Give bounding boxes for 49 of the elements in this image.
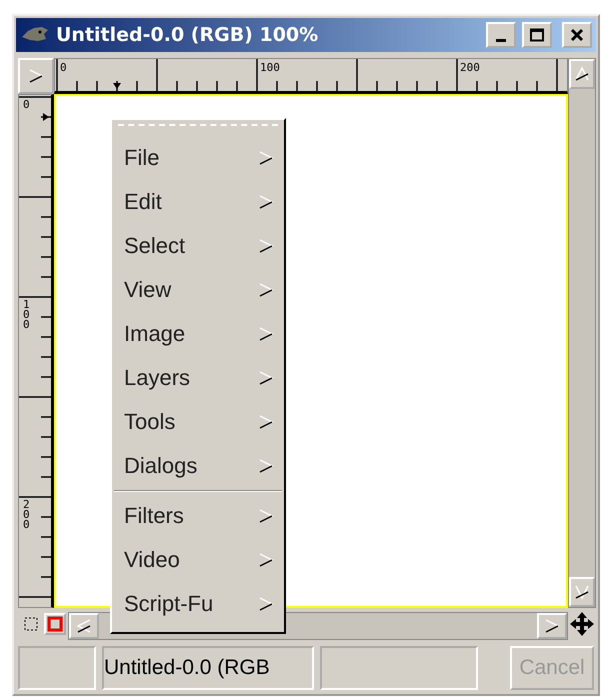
ruler-label: 100	[23, 300, 31, 330]
submenu-arrow-icon	[258, 150, 274, 166]
scroll-up-button[interactable]	[569, 59, 595, 89]
menu-item[interactable]: Script-Fu	[112, 582, 284, 626]
close-icon	[570, 28, 584, 42]
submenu-arrow-icon	[258, 552, 274, 568]
right-arrow-icon	[544, 618, 560, 634]
maximize-icon	[529, 28, 545, 42]
scroll-left-button[interactable]	[69, 613, 99, 639]
submenu-arrow-icon	[258, 326, 274, 342]
triangle-icon	[28, 68, 44, 84]
menu-item[interactable]: Dialogs	[112, 444, 284, 488]
square-icon	[47, 616, 63, 632]
window-title: Untitled-0.0 (RGB) 100%	[56, 24, 320, 46]
ruler-label: 200	[23, 500, 31, 530]
submenu-arrow-icon	[258, 458, 274, 474]
quick-mask-on-button[interactable]	[44, 613, 66, 635]
menu-item[interactable]: File	[112, 136, 284, 180]
menu-item[interactable]: View	[112, 268, 284, 312]
vertical-scrollbar[interactable]	[568, 58, 596, 608]
submenu-arrow-icon	[258, 238, 274, 254]
dashed-square-icon	[23, 616, 39, 632]
minimize-button[interactable]	[486, 22, 516, 48]
scroll-right-button[interactable]	[537, 613, 567, 639]
menu-item[interactable]: Edit	[112, 180, 284, 224]
submenu-arrow-icon	[258, 596, 274, 612]
ruler-label: 0	[60, 62, 67, 73]
submenu-arrow-icon	[258, 194, 274, 210]
ruler-label: 0	[23, 100, 31, 110]
ruler-label: 100	[260, 62, 280, 73]
menu-item[interactable]: Layers	[112, 356, 284, 400]
submenu-arrow-icon	[258, 508, 274, 524]
scroll-down-button[interactable]	[569, 577, 595, 607]
submenu-arrow-icon	[258, 370, 274, 386]
menu-item[interactable]: Video	[112, 538, 284, 582]
up-arrow-icon	[574, 66, 590, 82]
submenu-arrow-icon	[258, 414, 274, 430]
menu-item[interactable]: Select	[112, 224, 284, 268]
close-button[interactable]	[562, 22, 592, 48]
left-arrow-icon	[76, 618, 92, 634]
ruler-label: 200	[460, 62, 480, 73]
menu-item[interactable]: Tools	[112, 400, 284, 444]
menu-item[interactable]: Image	[112, 312, 284, 356]
status-field: Untitled-0.0 (RGB	[102, 646, 314, 690]
minimize-icon	[496, 38, 506, 42]
maximize-button[interactable]	[522, 22, 552, 48]
move-arrows-icon[interactable]	[569, 611, 595, 637]
submenu-arrow-icon	[258, 282, 274, 298]
menu-item[interactable]: Filters	[112, 494, 284, 538]
